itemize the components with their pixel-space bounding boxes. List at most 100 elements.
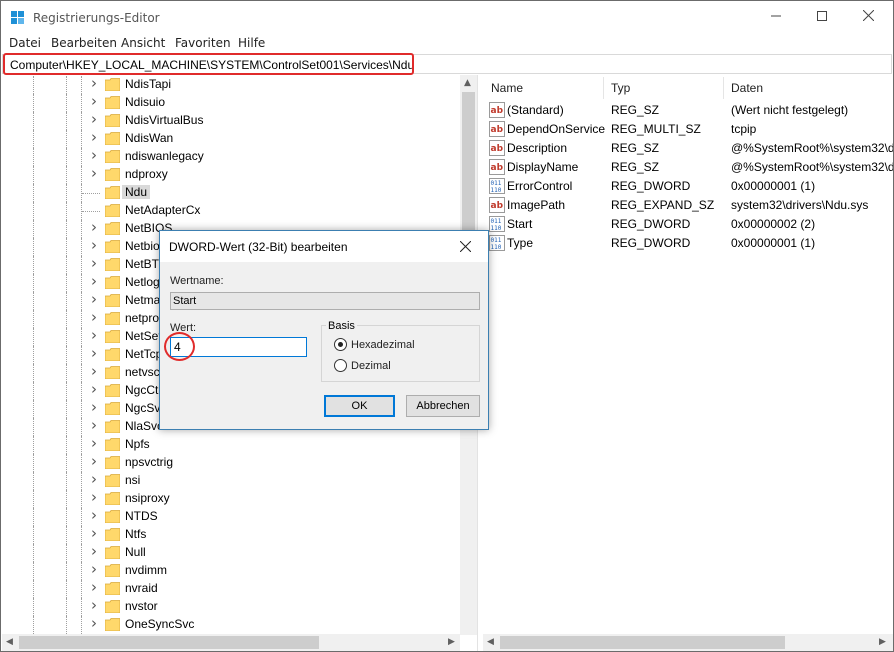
chevron-right-icon[interactable]: › bbox=[91, 596, 97, 614]
tree-item[interactable]: › Null bbox=[2, 542, 462, 562]
tree-item[interactable]: › Ntfs bbox=[2, 524, 462, 544]
value-row[interactable]: ab (Standard) REG_SZ (Wert nicht festgelegt… bbox=[483, 101, 893, 120]
chevron-right-icon[interactable]: › bbox=[91, 290, 97, 308]
chevron-right-icon[interactable]: › bbox=[91, 164, 97, 182]
values-hscroll-thumb[interactable] bbox=[500, 636, 785, 649]
tree-item[interactable]: › nvraid bbox=[2, 578, 462, 598]
value-row[interactable]: 011 110 ErrorControl REG_DWORD 0x00000001 (1… bbox=[483, 177, 893, 196]
value-type-cell: REG_DWORD bbox=[611, 179, 691, 193]
chevron-right-icon[interactable]: › bbox=[91, 362, 97, 380]
column-header-type[interactable]: Typ bbox=[611, 81, 630, 95]
chevron-right-icon[interactable]: › bbox=[91, 542, 97, 560]
tree-item[interactable]: NetAdapterCx bbox=[2, 202, 462, 220]
tree-item[interactable]: › nsi bbox=[2, 470, 462, 490]
chevron-right-icon[interactable]: › bbox=[91, 272, 97, 290]
chevron-right-icon[interactable]: › bbox=[91, 578, 97, 596]
value-row[interactable]: 011 110 Start REG_DWORD 0x00000002 (2) bbox=[483, 215, 893, 234]
chevron-right-icon[interactable]: › bbox=[91, 416, 97, 434]
column-header-data[interactable]: Daten bbox=[731, 81, 763, 95]
dec-radio[interactable] bbox=[334, 359, 347, 372]
chevron-right-icon[interactable]: › bbox=[91, 488, 97, 506]
maximize-button[interactable] bbox=[799, 1, 845, 33]
tree-item[interactable]: › npsvctrig bbox=[2, 452, 462, 472]
cancel-button[interactable]: Abbrechen bbox=[406, 395, 480, 417]
tree-guide-line bbox=[33, 454, 34, 472]
scroll-right-arrow-icon[interactable]: ▶ bbox=[448, 637, 455, 647]
tree-hscroll-thumb[interactable] bbox=[19, 636, 319, 649]
hex-radio[interactable] bbox=[334, 338, 347, 351]
chevron-right-icon[interactable]: › bbox=[91, 560, 97, 578]
scroll-left-arrow-icon[interactable]: ◀ bbox=[6, 637, 13, 647]
tree-item[interactable]: Ndu bbox=[2, 184, 462, 202]
tree-item[interactable]: › NTDS bbox=[2, 506, 462, 526]
folder-icon bbox=[105, 384, 120, 397]
tree-item[interactable]: › ndiswanlegacy bbox=[2, 146, 462, 166]
minimize-button[interactable] bbox=[753, 1, 799, 33]
tree-item[interactable]: › NdisTapi bbox=[2, 75, 462, 94]
tree-item[interactable]: › ndproxy bbox=[2, 164, 462, 184]
chevron-right-icon[interactable]: › bbox=[91, 470, 97, 488]
chevron-right-icon[interactable]: › bbox=[91, 506, 97, 524]
chevron-right-icon[interactable]: › bbox=[91, 146, 97, 164]
chevron-right-icon[interactable]: › bbox=[91, 398, 97, 416]
chevron-right-icon[interactable]: › bbox=[91, 452, 97, 470]
chevron-right-icon[interactable]: › bbox=[91, 434, 97, 452]
folder-icon bbox=[105, 546, 120, 559]
menu-hilfe[interactable]: Hilfe bbox=[238, 36, 265, 50]
tree-guide-line bbox=[33, 220, 34, 238]
chevron-right-icon[interactable]: › bbox=[91, 344, 97, 362]
menu-ansicht[interactable]: Ansicht bbox=[121, 36, 165, 50]
tree-item-label: ndiswanlegacy bbox=[125, 149, 204, 163]
chevron-right-icon[interactable]: › bbox=[91, 308, 97, 326]
chevron-right-icon[interactable]: › bbox=[91, 218, 97, 236]
dialog-close-button[interactable] bbox=[459, 237, 472, 256]
column-header-name[interactable]: Name bbox=[491, 81, 523, 95]
value-row[interactable]: ab DisplayName REG_SZ @%SystemRoot%\system3… bbox=[483, 158, 893, 177]
tree-item-label: Ntfs bbox=[125, 527, 147, 541]
tree-item[interactable]: › nsiproxy bbox=[2, 488, 462, 508]
tree-item[interactable]: › nvstor bbox=[2, 596, 462, 616]
scroll-right-arrow-icon[interactable]: ▶ bbox=[879, 637, 886, 647]
value-row[interactable]: ab DependOnService REG_MULTI_SZ tcpip bbox=[483, 120, 893, 139]
chevron-right-icon[interactable]: › bbox=[91, 128, 97, 146]
tree-guide-line bbox=[66, 112, 67, 130]
values-horizontal-scrollbar[interactable]: ◀ ▶ bbox=[483, 634, 893, 651]
chevron-right-icon[interactable]: › bbox=[91, 614, 97, 632]
column-separator[interactable] bbox=[723, 77, 724, 99]
close-button[interactable] bbox=[845, 1, 891, 33]
tree-item[interactable]: › NdisVirtualBus bbox=[2, 110, 462, 130]
tree-item[interactable]: › OneSyncSvc bbox=[2, 614, 462, 634]
chevron-right-icon[interactable]: › bbox=[91, 110, 97, 128]
tree-item[interactable]: › nvdimm bbox=[2, 560, 462, 580]
value-type-cell: REG_SZ bbox=[611, 160, 660, 174]
value-row[interactable]: 011 110 Type REG_DWORD 0x00000001 (1) bbox=[483, 234, 893, 253]
hex-radio-label[interactable]: Hexadezimal bbox=[351, 339, 415, 351]
tree-item[interactable]: › Npfs bbox=[2, 434, 462, 454]
dec-radio-label[interactable]: Dezimal bbox=[351, 360, 391, 372]
chevron-right-icon[interactable]: › bbox=[91, 92, 97, 110]
tree-guide-line bbox=[33, 562, 34, 580]
tree-item-label: ndproxy bbox=[125, 167, 168, 181]
tree-guide-line bbox=[33, 274, 34, 292]
chevron-right-icon[interactable]: › bbox=[91, 236, 97, 254]
menu-datei[interactable]: Datei bbox=[9, 36, 41, 50]
tree-item[interactable]: › NdisWan bbox=[2, 128, 462, 148]
menu-favoriten[interactable]: Favoriten bbox=[175, 36, 231, 50]
scroll-left-arrow-icon[interactable]: ◀ bbox=[487, 637, 494, 647]
chevron-right-icon[interactable]: › bbox=[91, 75, 97, 92]
menu-bearbeiten[interactable]: Bearbeiten bbox=[51, 36, 117, 50]
tree-horizontal-scrollbar[interactable]: ◀ ▶ bbox=[2, 634, 460, 651]
ok-button[interactable]: OK bbox=[324, 395, 395, 417]
column-separator[interactable] bbox=[603, 77, 604, 99]
chevron-right-icon[interactable]: › bbox=[91, 326, 97, 344]
value-data-cell: (Wert nicht festgelegt) bbox=[731, 103, 849, 117]
tree-item[interactable]: › Ndisuio bbox=[2, 92, 462, 112]
tree-guide-line bbox=[33, 130, 34, 148]
tree-item-label: netvsc bbox=[125, 365, 160, 379]
scroll-up-arrow-icon[interactable]: ▲ bbox=[464, 78, 471, 88]
chevron-right-icon[interactable]: › bbox=[91, 380, 97, 398]
chevron-right-icon[interactable]: › bbox=[91, 524, 97, 542]
value-row[interactable]: ab Description REG_SZ @%SystemRoot%\system3… bbox=[483, 139, 893, 158]
value-row[interactable]: ab ImagePath REG_EXPAND_SZ system32\drivers… bbox=[483, 196, 893, 215]
chevron-right-icon[interactable]: › bbox=[91, 254, 97, 272]
